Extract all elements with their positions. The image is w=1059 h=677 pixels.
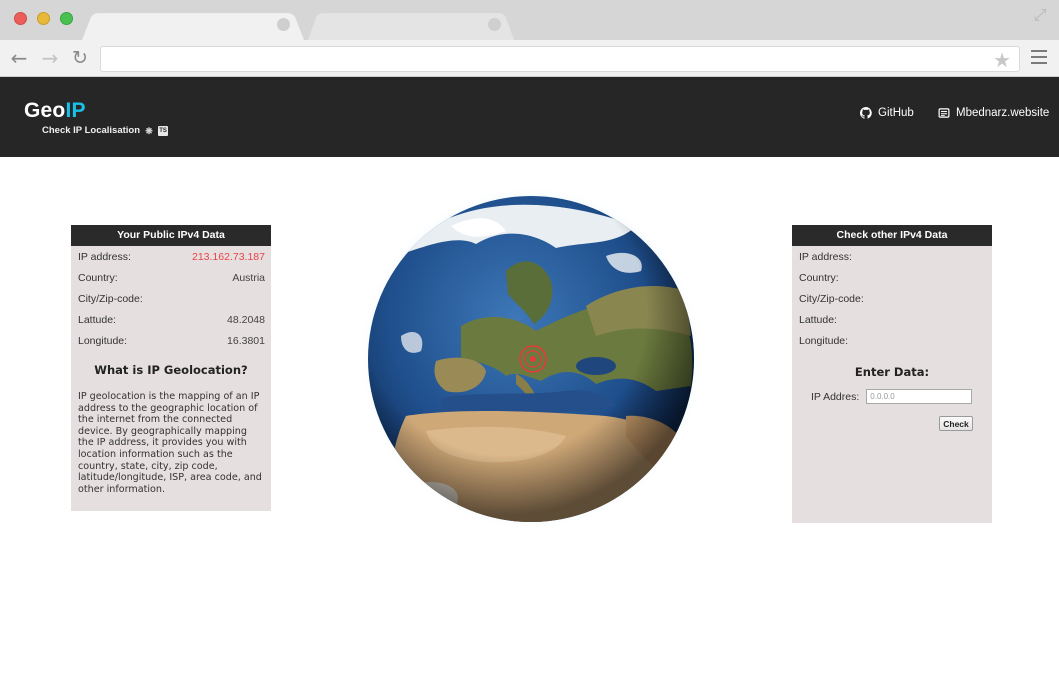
check-city-zip-row: City/Zip-code:	[799, 292, 864, 305]
forward-arrow-icon[interactable]: →	[39, 48, 61, 70]
fullscreen-icon[interactable]: ⤢	[1031, 6, 1049, 24]
check-latitude-row: Lattude:	[799, 313, 837, 326]
browser-chrome: ⤢ ← → ↻ ★	[0, 0, 1059, 77]
site-header: GeoIP Check IP Localisation ❋ TS GitHub …	[0, 77, 1059, 157]
tab-close-icon[interactable]	[488, 18, 501, 31]
minimize-window-button[interactable]	[37, 12, 50, 25]
longitude-value: 16.3801	[227, 334, 265, 347]
browser-tab-2[interactable]	[308, 13, 514, 40]
react-icon: ❋	[145, 125, 153, 136]
country-value: Austria	[232, 271, 265, 284]
check-country-row: Country:	[799, 271, 839, 284]
globe[interactable]	[356, 186, 706, 530]
check-button[interactable]: Check	[939, 416, 973, 431]
info-text: IP geolocation is the mapping of an IP a…	[78, 391, 262, 495]
close-window-button[interactable]	[14, 12, 27, 25]
website-icon	[938, 108, 950, 118]
ip-input-label: IP Addres:	[811, 390, 860, 403]
ip-form-row: IP Addres:	[792, 389, 992, 404]
github-icon	[860, 107, 872, 119]
tab-close-icon[interactable]	[277, 18, 290, 31]
latitude-row: Lattude: 48.2048	[78, 313, 265, 326]
check-longitude-row: Longitude:	[799, 334, 849, 347]
city-zip-row: City/Zip-code:	[78, 292, 143, 305]
ip-address-row: IP address: 213.162.73.187	[78, 250, 265, 263]
longitude-row: Longitude: 16.3801	[78, 334, 265, 347]
country-row: Country: Austria	[78, 271, 265, 284]
reload-icon[interactable]: ↻	[69, 48, 91, 70]
back-arrow-icon[interactable]: ←	[8, 48, 30, 70]
ip-address-value: 213.162.73.187	[192, 250, 265, 263]
github-link[interactable]: GitHub	[860, 107, 914, 119]
panel-title: Your Public IPv4 Data	[71, 225, 271, 246]
address-bar[interactable]: ★	[100, 46, 1020, 72]
browser-menu-icon[interactable]	[1031, 50, 1047, 64]
browser-toolbar: ← → ↻ ★	[0, 40, 1059, 77]
ip-address-input[interactable]	[866, 389, 973, 404]
website-link[interactable]: Mbednarz.website	[938, 107, 1049, 119]
panel-title: Check other IPv4 Data	[792, 225, 992, 246]
check-ip-address-row: IP address:	[799, 250, 852, 263]
info-title: What is IP Geolocation?	[94, 363, 248, 377]
bookmark-star-icon[interactable]: ★	[993, 48, 1011, 72]
typescript-icon: TS	[158, 125, 169, 136]
site-subtitle: Check IP Localisation ❋ TS	[42, 125, 169, 136]
enter-data-title: Enter Data:	[854, 365, 930, 379]
maximize-window-button[interactable]	[60, 12, 73, 25]
browser-tab-1[interactable]	[82, 13, 304, 40]
check-ip-panel: Check other IPv4 Data IP address: Countr…	[792, 225, 992, 523]
public-ip-panel: Your Public IPv4 Data IP address: 213.16…	[71, 225, 271, 511]
tab-strip: ⤢	[0, 0, 1059, 40]
site-logo[interactable]: GeoIP	[24, 99, 86, 123]
latitude-value: 48.2048	[227, 313, 265, 326]
